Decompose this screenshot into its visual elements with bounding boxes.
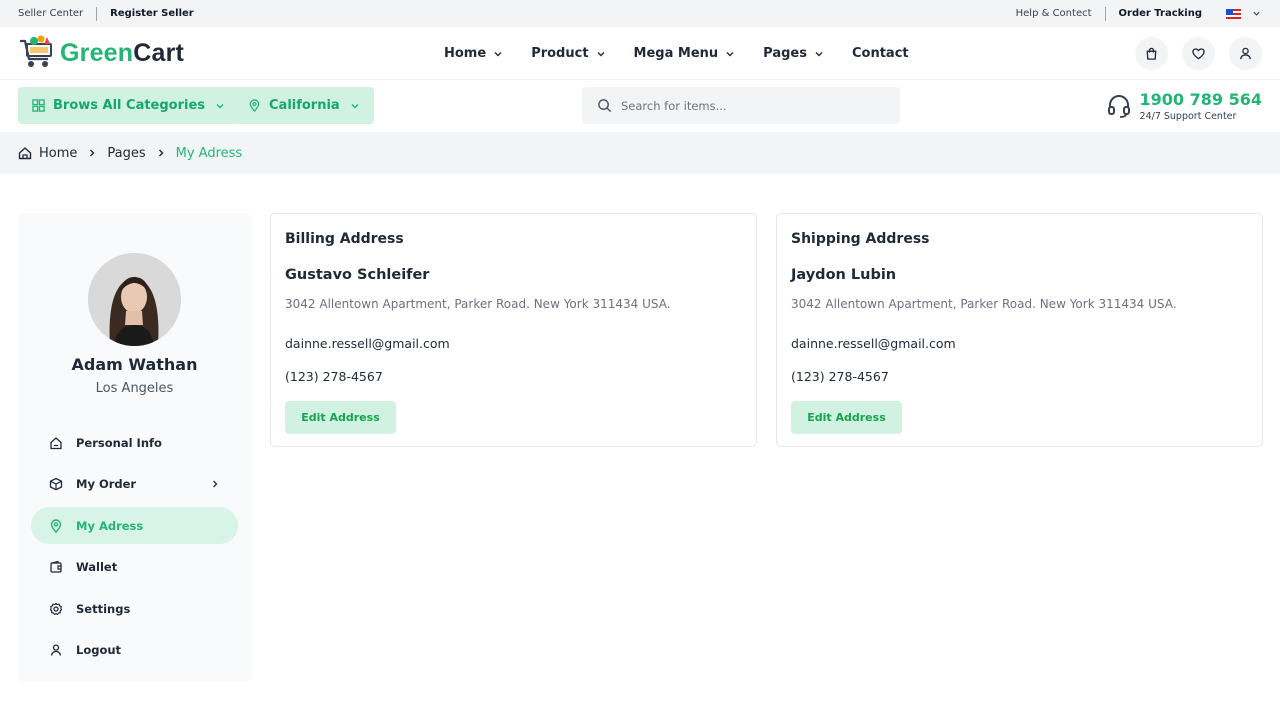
billing-phone: (123) 278-4567 [285, 369, 383, 384]
menu-label: My Order [76, 477, 137, 491]
billing-address-line: 3042 Allentown Apartment, Parker Road. N… [285, 297, 671, 311]
shipping-email: dainne.ressell@gmail.com [791, 336, 956, 351]
help-contact-link[interactable]: Help & Contect [1016, 8, 1092, 19]
browse-categories-label: Brows All Categories [53, 98, 206, 113]
menu-label: Personal Info [76, 435, 162, 450]
gear-icon [49, 602, 63, 615]
menu-settings[interactable]: Settings [31, 590, 238, 627]
profile-city: Los Angeles [95, 381, 174, 396]
location-label: California [269, 98, 340, 113]
account-menu: Personal Info My Order My Adress Wallet … [31, 424, 238, 673]
nav-home[interactable]: Home [444, 46, 503, 61]
main-header: GreenCart Home Product Mega Menu Pages C… [0, 27, 1280, 80]
breadcrumb-current: My Adress [175, 145, 243, 161]
billing-address-card: Billing Address Gustavo Schleifer 3042 A… [270, 213, 757, 447]
divider [96, 6, 98, 21]
shipping-title: Shipping Address [791, 231, 930, 247]
location-pin-icon [50, 518, 62, 533]
location-selector[interactable]: California [234, 87, 374, 124]
account-sidebar: Adam Wathan Los Angeles Personal Info My… [18, 213, 251, 682]
wallet-icon [50, 560, 62, 573]
language-selector[interactable] [1222, 8, 1262, 19]
chevron-down-icon [216, 103, 224, 108]
edit-shipping-address-button[interactable]: Edit Address [791, 401, 902, 434]
home-icon [18, 147, 32, 160]
menu-label: Wallet [76, 560, 118, 574]
support-phone[interactable]: 1900 789 564 [1140, 90, 1262, 109]
nav-contact[interactable]: Contact [852, 46, 909, 61]
billing-email: dainne.ressell@gmail.com [285, 336, 450, 351]
menu-my-address[interactable]: My Adress [31, 507, 238, 544]
breadcrumb-pages[interactable]: Pages [107, 146, 145, 161]
menu-label: Logout [76, 643, 122, 657]
account-button[interactable] [1229, 37, 1262, 70]
user-icon [50, 644, 62, 656]
chevron-down-icon [597, 51, 605, 56]
top-utility-bar: Seller Center Register Seller Help & Con… [0, 0, 1280, 27]
search-icon [598, 99, 612, 113]
shipping-name: Jaydon Lubin [791, 267, 897, 283]
search-input[interactable] [621, 98, 881, 113]
location-pin-icon [249, 99, 260, 112]
menu-wallet[interactable]: Wallet [31, 549, 238, 586]
logo[interactable]: GreenCart [18, 35, 184, 71]
search-box [582, 87, 900, 124]
chevron-right-icon [90, 149, 95, 157]
chevron-right-icon [158, 149, 164, 157]
nav-mega-menu[interactable]: Mega Menu [634, 46, 736, 61]
breadcrumb-home[interactable]: Home [39, 146, 77, 161]
wishlist-button[interactable] [1182, 37, 1215, 70]
cart-button[interactable] [1135, 37, 1168, 70]
brand-name: GreenCart [60, 38, 185, 67]
divider [1104, 6, 1106, 21]
breadcrumb: Home Pages My Adress [0, 132, 1280, 174]
menu-label: My Adress [76, 518, 144, 533]
headset-icon [1107, 95, 1130, 118]
grid-icon [32, 99, 45, 112]
box-icon [49, 477, 63, 491]
us-flag-icon [1226, 8, 1241, 19]
order-tracking-link[interactable]: Order Tracking [1119, 8, 1202, 19]
chevron-down-icon [1253, 11, 1260, 16]
nav-pages[interactable]: Pages [763, 46, 824, 61]
shipping-phone: (123) 278-4567 [791, 369, 889, 384]
billing-title: Billing Address [285, 231, 404, 247]
register-seller-link[interactable]: Register Seller [110, 8, 194, 19]
chevron-down-icon [726, 51, 734, 56]
edit-billing-address-button[interactable]: Edit Address [285, 401, 396, 434]
user-icon [1239, 47, 1252, 60]
search-toolbar: Brows All Categories California 1900 789… [0, 80, 1280, 132]
browse-categories-button[interactable]: Brows All Categories [18, 87, 240, 124]
menu-my-order[interactable]: My Order [31, 466, 238, 503]
shipping-address-card: Shipping Address Jaydon Lubin 3042 Allen… [776, 213, 1263, 447]
heart-icon [1192, 48, 1205, 60]
avatar [88, 253, 181, 346]
menu-personal-info[interactable]: Personal Info [31, 424, 238, 461]
nav-product[interactable]: Product [531, 46, 605, 61]
menu-label: Settings [76, 601, 131, 616]
support-caption: 24/7 Support Center [1139, 111, 1237, 122]
billing-name: Gustavo Schleifer [285, 267, 430, 283]
shipping-address-line: 3042 Allentown Apartment, Parker Road. N… [791, 297, 1177, 311]
header-actions [1121, 37, 1262, 70]
cart-logo-icon [20, 35, 52, 67]
main-nav: Home Product Mega Menu Pages Contact [444, 27, 937, 80]
shopping-bag-icon [1146, 47, 1157, 60]
home-icon [50, 436, 62, 449]
seller-center-link[interactable]: Seller Center [18, 8, 83, 19]
chevron-down-icon [494, 51, 502, 56]
chevron-down-icon [815, 51, 823, 56]
profile-name: Adam Wathan [71, 355, 198, 374]
chevron-down-icon [351, 103, 359, 108]
chevron-right-icon [213, 480, 218, 488]
menu-logout[interactable]: Logout [31, 632, 238, 669]
support-contact: 1900 789 564 24/7 Support Center [1106, 90, 1262, 122]
